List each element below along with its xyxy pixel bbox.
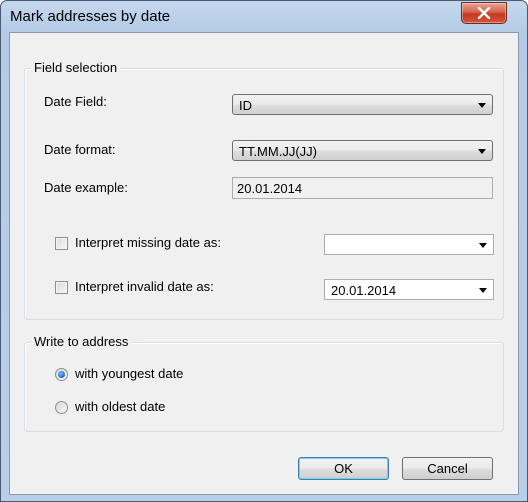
write-to-address-group: Write to address (24, 334, 504, 432)
interpret-invalid-value: 20.01.2014 (331, 283, 397, 298)
date-example-label: Date example: (44, 180, 128, 195)
title-bar[interactable]: Mark addresses by date (1, 1, 527, 32)
date-field-label: Date Field: (44, 94, 107, 109)
date-example-value: 20.01.2014 (237, 181, 303, 196)
interpret-missing-label[interactable]: Interpret missing date as: (75, 235, 221, 250)
interpret-missing-checkbox[interactable] (55, 237, 68, 250)
date-format-value: TT.MM.JJ(JJ) (239, 144, 317, 159)
youngest-date-label[interactable]: with youngest date (75, 366, 183, 381)
write-to-address-legend: Write to address (31, 334, 132, 349)
date-format-label: Date format: (44, 142, 116, 157)
chevron-down-icon (479, 243, 487, 248)
chevron-down-icon (479, 288, 487, 293)
interpret-invalid-checkbox[interactable] (55, 281, 68, 294)
date-field-value: ID (239, 98, 252, 113)
close-icon (477, 7, 491, 19)
date-field-select[interactable]: ID (232, 94, 493, 115)
radio-selected-dot (58, 371, 65, 378)
date-example-field: 20.01.2014 (232, 177, 493, 199)
interpret-invalid-label[interactable]: Interpret invalid date as: (75, 279, 214, 294)
window-title: Mark addresses by date (10, 8, 171, 25)
chevron-down-icon (478, 149, 486, 154)
oldest-date-radio[interactable] (55, 401, 68, 414)
oldest-date-label[interactable]: with oldest date (75, 399, 165, 414)
field-selection-legend: Field selection (31, 60, 121, 75)
ok-button[interactable]: OK (298, 457, 389, 480)
close-button[interactable] (461, 2, 507, 24)
interpret-invalid-select[interactable]: 20.01.2014 (324, 279, 494, 300)
chevron-down-icon (478, 103, 486, 108)
cancel-button[interactable]: Cancel (402, 457, 493, 480)
interpret-missing-select[interactable] (324, 234, 494, 255)
dialog-client-area: Field selection Date Field: ID Date form… (9, 32, 519, 495)
date-format-select[interactable]: TT.MM.JJ(JJ) (232, 140, 493, 161)
youngest-date-radio[interactable] (55, 368, 68, 381)
dialog-window: Mark addresses by date Field selection D… (0, 0, 528, 502)
